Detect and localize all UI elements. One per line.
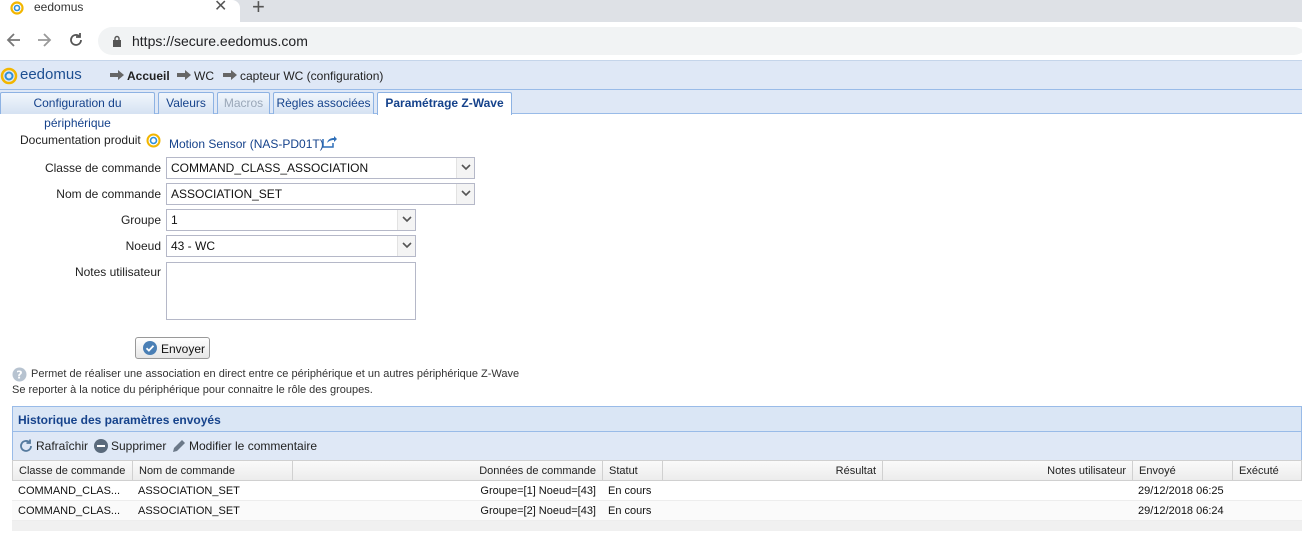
cell-resultat [662,481,882,501]
table-row[interactable]: COMMAND_CLAS... ASSOCIATION_SET Groupe=[… [12,481,1302,501]
col-header-envoye[interactable]: Envoyé [1133,461,1233,481]
cell-nom: ASSOCIATION_SET [138,485,240,497]
nom-label: Nom de commande [56,187,161,201]
nom-value: ASSOCIATION_SET [171,187,283,201]
chevron-down-icon [402,216,412,223]
cell-resultat [662,501,882,521]
browser-tab[interactable]: eedomus ✕ [0,0,240,22]
cell-execute [1232,501,1300,521]
url-text: https://secure.eedomus.com [132,33,308,49]
app-header: eedomus Accueil WC capteur WC (configura… [0,60,1302,90]
classe-label: Classe de commande [44,161,161,175]
envoyer-button[interactable]: Envoyer [135,337,210,359]
noeud-select[interactable]: 43 - WC [166,235,416,257]
history-grid-header: Classe de commande Nom de commande Donné… [12,460,1302,481]
address-bar[interactable]: https://secure.eedomus.com [98,27,1302,55]
breadcrumb-arrow-icon [110,70,124,80]
nom-select[interactable]: ASSOCIATION_SET [166,183,475,205]
notes-label: Notes utilisateur [74,265,161,279]
browser-tab-title: eedomus [34,0,84,14]
cell-donnees: Groupe=[1] Noeud=[43] [480,485,596,497]
grid-footer [12,521,1302,531]
notes-textarea[interactable] [166,262,416,320]
svg-text:?: ? [16,369,22,382]
app-logo[interactable]: eedomus [20,66,82,83]
groupe-value: 1 [171,213,178,227]
col-header-statut[interactable]: Statut [603,461,663,481]
groupe-label: Groupe [120,213,161,227]
device-tabs: Configuration du périphérique Valeurs Ma… [0,90,1302,130]
col-header-execute[interactable]: Exécuté [1233,461,1301,481]
history-title: Historique des paramètres envoyés [18,413,221,427]
tab-zwave[interactable]: Paramétrage Z-Wave [377,92,512,115]
breadcrumb-arrow-icon [223,70,237,80]
groupe-trigger[interactable] [397,210,415,230]
refresh-icon[interactable] [18,438,34,454]
lock-icon [113,35,121,47]
col-header-notes[interactable]: Notes utilisateur [883,461,1133,481]
new-tab-icon[interactable]: + [252,0,265,18]
cell-envoye: 29/12/2018 06:24 [1138,505,1224,517]
cell-nom: ASSOCIATION_SET [138,505,240,517]
refresh-button[interactable]: Rafraîchir [36,439,88,453]
noeud-value: 43 - WC [171,239,216,253]
history-panel-header: Historique des paramètres envoyés [12,406,1302,432]
delete-button[interactable]: Supprimer [111,439,166,453]
col-header-nom[interactable]: Nom de commande [133,461,293,481]
help-text-2: Se reporter à la notice du périphérique … [12,384,373,396]
back-arrow-icon[interactable] [4,30,24,50]
check-circle-icon [143,341,157,355]
table-row[interactable]: COMMAND_CLAS... ASSOCIATION_SET Groupe=[… [12,501,1302,521]
browser-tabstrip: eedomus ✕ + [0,0,1302,22]
tab-macros: Macros [217,92,270,114]
close-tab-icon[interactable]: ✕ [214,0,227,15]
cell-donnees: Groupe=[2] Noeud=[43] [480,505,596,517]
cell-statut: En cours [608,505,652,517]
chevron-down-icon [461,164,471,171]
cell-classe: COMMAND_CLAS... [18,505,121,517]
tab-valeurs[interactable]: Valeurs [158,92,214,114]
doc-label: Documentation produit [20,133,141,147]
cell-notes [882,501,1132,521]
breadcrumb-accueil[interactable]: Accueil [127,69,170,83]
chevron-down-icon [461,190,471,197]
classe-value: COMMAND_CLASS_ASSOCIATION [171,161,369,175]
cell-envoye: 29/12/2018 06:25 [1138,485,1224,497]
col-header-resultat[interactable]: Résultat [663,461,883,481]
cell-notes [882,481,1132,501]
tab-configuration[interactable]: Configuration du périphérique [0,92,155,130]
reload-icon[interactable] [66,30,86,50]
delete-icon[interactable] [93,438,109,454]
browser-toolbar: https://secure.eedomus.com [0,22,1302,60]
documentation-icon [146,133,161,148]
nom-trigger[interactable] [456,184,474,204]
noeud-label: Noeud [125,239,161,253]
edit-comment-button[interactable]: Modifier le commentaire [189,439,317,453]
eedomus-favicon-icon [10,1,24,15]
history-toolbar: Rafraîchir Supprimer Modifier le comment… [12,432,1302,460]
breadcrumb-current: capteur WC (configuration) [240,69,384,83]
doc-link[interactable]: Motion Sensor (NAS-PD01T) [169,137,324,151]
envoyer-label: Envoyer [161,342,206,356]
tab-regles[interactable]: Règles associées [273,92,374,114]
chevron-down-icon [402,242,412,249]
breadcrumb-wc[interactable]: WC [194,69,214,83]
eedomus-logo-icon [0,67,18,85]
col-header-classe[interactable]: Classe de commande [13,461,133,481]
pencil-icon[interactable] [171,438,187,454]
classe-trigger[interactable] [456,158,474,178]
col-header-donnees[interactable]: Données de commande [293,461,603,481]
cell-statut: En cours [608,485,652,497]
forward-arrow-icon[interactable] [34,30,54,50]
breadcrumb-arrow-icon [177,70,191,80]
help-icon: ? [12,367,27,382]
cell-execute [1232,481,1300,501]
noeud-trigger[interactable] [397,236,415,256]
classe-select[interactable]: COMMAND_CLASS_ASSOCIATION [166,157,475,179]
help-text-1: Permet de réaliser une association en di… [31,368,520,380]
groupe-select[interactable]: 1 [166,209,416,231]
external-link-icon[interactable] [322,135,337,148]
cell-classe: COMMAND_CLAS... [18,485,121,497]
